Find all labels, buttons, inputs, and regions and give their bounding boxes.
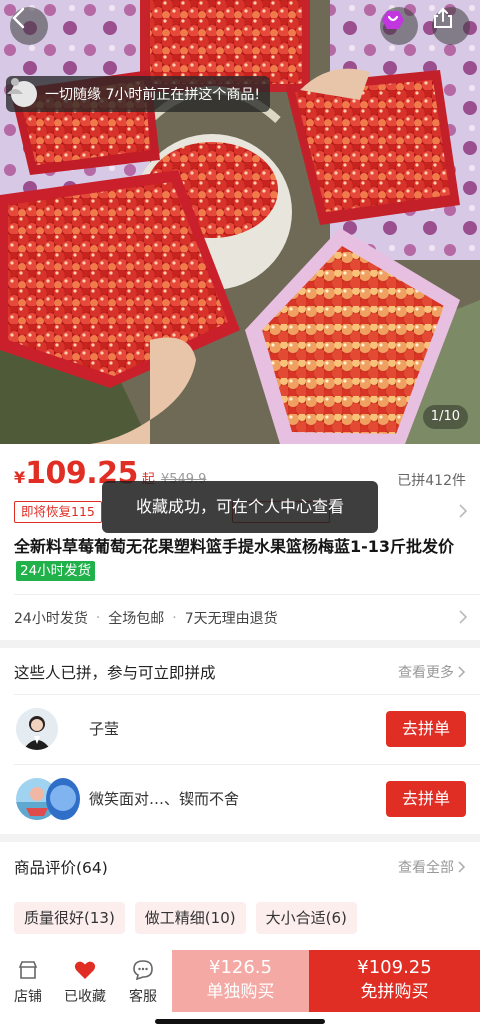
mall-logo-icon — [382, 11, 404, 29]
group-buy-price: ¥109.25 — [357, 957, 432, 978]
review-tag[interactable]: 大小合适(6) — [255, 902, 357, 934]
heart-icon — [74, 961, 96, 979]
mall-button[interactable] — [380, 7, 418, 45]
store-tab[interactable]: 店铺 — [5, 958, 51, 1006]
view-more-label: 查看更多 — [398, 665, 454, 681]
avatar — [7, 78, 37, 107]
favorite-success-toast: 收藏成功，可在个人中心查看 — [102, 481, 378, 533]
sold-count: 已拼412件 — [397, 473, 466, 489]
group-buy-section: 这些人已拼，参与可立即拼成 查看更多 子莹 去拼单 微笑面对…、锲而不舍 去拼单 — [0, 648, 480, 834]
divider — [14, 594, 480, 595]
dot-separator: · — [172, 610, 177, 626]
service-item: 24小时发货 — [14, 611, 88, 627]
chevron-right-icon[interactable] — [458, 609, 468, 625]
cherry-basket-photo — [0, 0, 480, 444]
product-title: 全新料草莓葡萄无花果塑料篮手提水果篮杨梅蓝1-13斤批发价 24小时发货 — [14, 534, 466, 584]
service-guarantees[interactable]: 24小时发货 · 全场包邮 · 7天无理由退货 — [14, 608, 278, 628]
group-row: 微笑面对…、锲而不舍 去拼单 — [0, 764, 480, 834]
buy-alone-button[interactable]: ¥126.5 单独购买 — [172, 950, 309, 1012]
image-counter: 1/10 — [422, 405, 468, 429]
share-icon — [434, 7, 452, 28]
view-more-link[interactable]: 查看更多 — [398, 662, 466, 682]
customer-service-tab[interactable]: 客服 — [120, 958, 166, 1006]
share-button[interactable] — [432, 7, 470, 45]
product-info-section: ¥ 109.25 起 ¥549.9 已拼412件 即将恢复115 全新料草莓葡萄… — [0, 444, 480, 640]
avatar — [46, 778, 80, 820]
group-user-name: 子莹 — [89, 720, 120, 738]
join-group-button[interactable]: 去拼单 — [386, 711, 466, 747]
dot-separator: · — [95, 610, 101, 626]
group-heading: 这些人已拼，参与可立即拼成 — [14, 664, 216, 682]
user-photo-icon — [46, 778, 80, 820]
chevron-left-icon — [12, 7, 25, 29]
favorite-tab[interactable]: 已收藏 — [59, 958, 111, 1006]
customer-service-label: 客服 — [129, 989, 157, 1005]
service-item: 全场包邮 — [108, 611, 165, 627]
join-group-button[interactable]: 去拼单 — [386, 781, 466, 817]
review-tag[interactable]: 做工精细(10) — [134, 902, 246, 934]
home-indicator — [155, 1019, 325, 1024]
chevron-right-icon[interactable] — [458, 503, 468, 519]
chevron-right-icon — [458, 666, 466, 678]
group-row: 子莹 去拼单 — [0, 694, 480, 764]
currency-symbol: ¥ — [14, 468, 26, 487]
recent-join-toast: 一切随缘 7小时前正在拼这个商品! — [6, 76, 270, 112]
reviews-section: 商品评价(64) 查看全部 质量很好(13) 做工精细(10) 大小合适(6) — [0, 842, 480, 950]
avatar — [16, 708, 58, 750]
group-buy-label: 免拼购买 — [360, 982, 429, 1002]
store-label: 店铺 — [14, 989, 42, 1005]
group-buy-button[interactable]: ¥109.25 免拼购买 — [309, 950, 480, 1012]
solo-price: ¥126.5 — [209, 957, 272, 978]
promo-tag[interactable]: 即将恢复115 — [14, 501, 102, 523]
favorite-label: 已收藏 — [64, 989, 106, 1005]
product-image-carousel[interactable]: 一切随缘 7小时前正在拼这个商品! 1/10 — [0, 0, 480, 444]
group-user-name: 微笑面对…、锲而不舍 — [89, 790, 240, 808]
product-detail-page: 一切随缘 7小时前正在拼这个商品! 1/10 ¥ 109.25 起 ¥549.9… — [0, 0, 480, 1031]
store-icon — [18, 961, 38, 979]
solo-label: 单独购买 — [206, 982, 275, 1002]
view-all-label: 查看全部 — [398, 860, 454, 876]
shipping-badge: 24小时发货 — [16, 561, 96, 581]
user-icon — [7, 78, 23, 94]
product-title-text: 全新料草莓葡萄无花果塑料篮手提水果篮杨梅蓝1-13斤批发价 — [14, 537, 455, 556]
review-tag[interactable]: 质量很好(13) — [14, 902, 125, 934]
view-all-reviews-link[interactable]: 查看全部 — [398, 857, 466, 877]
reviews-heading: 商品评价(64) — [14, 859, 108, 877]
recent-join-text: 一切随缘 7小时前正在拼这个商品! — [45, 87, 260, 103]
user-photo-icon — [16, 708, 58, 750]
chevron-right-icon — [458, 861, 466, 873]
service-item: 7天无理由退货 — [184, 611, 278, 627]
chat-icon — [133, 960, 153, 981]
back-button[interactable] — [10, 7, 48, 45]
review-tags: 质量很好(13) 做工精细(10) 大小合适(6) — [14, 902, 367, 934]
